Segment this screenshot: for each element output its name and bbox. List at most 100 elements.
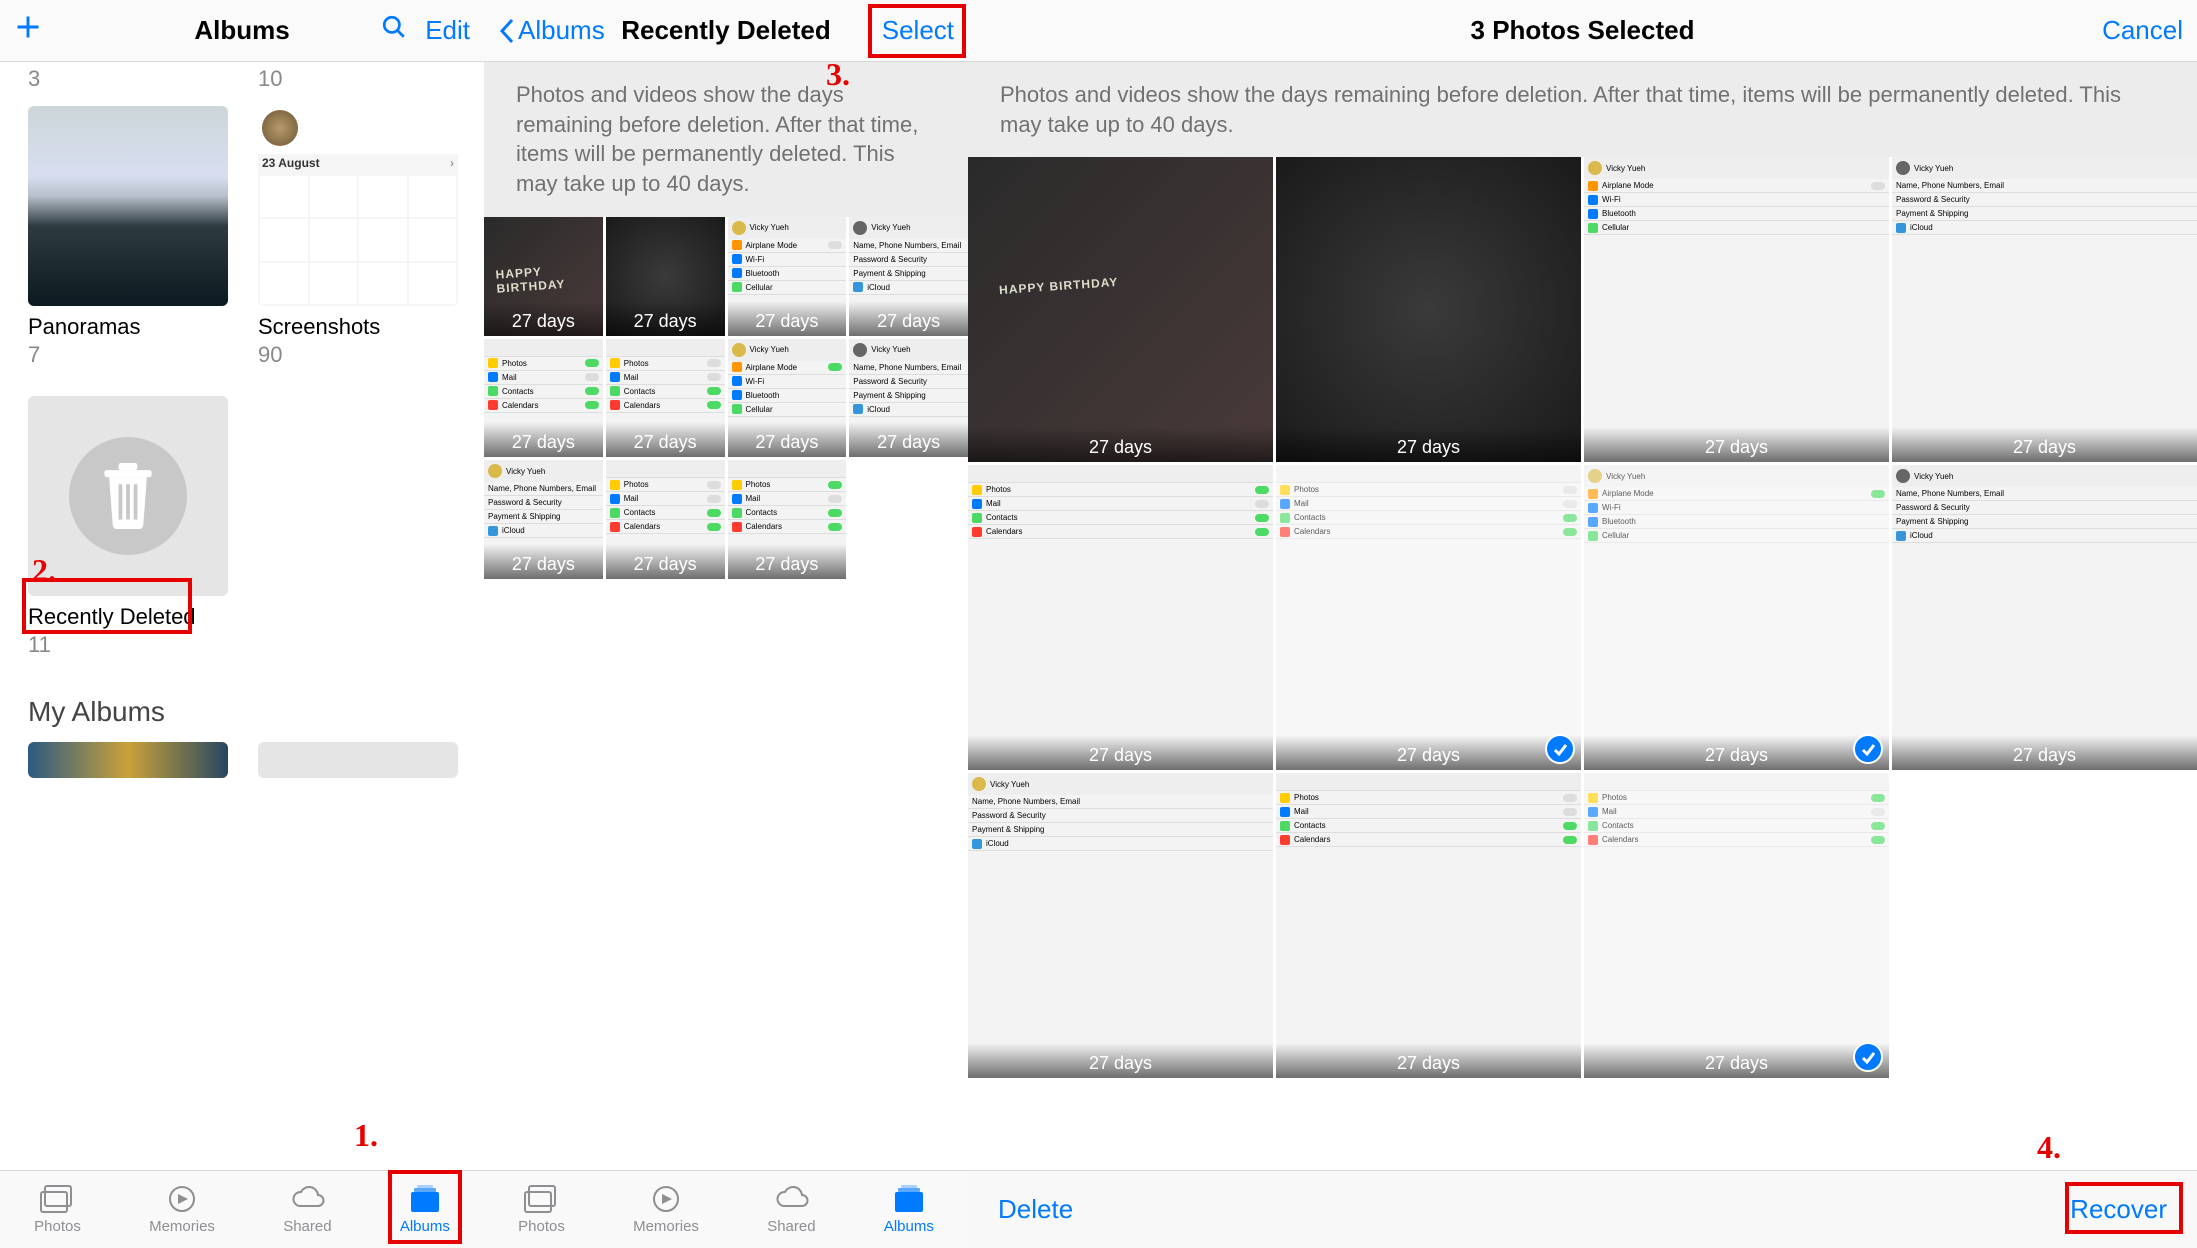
tab-photos[interactable]: Photos — [518, 1184, 565, 1235]
photo-thumbnail[interactable]: Vicky Yueh Airplane Mode Wi-Fi Bluetooth… — [728, 217, 847, 336]
days-remaining: 27 days — [1276, 427, 1581, 462]
tab-albums[interactable]: Albums — [400, 1184, 450, 1235]
days-remaining: 27 days — [1584, 735, 1889, 770]
navbar: 3 Photos Selected Cancel — [968, 0, 2197, 62]
days-remaining: 27 days — [1584, 427, 1889, 462]
photo-thumbnail[interactable]: Photos Mail Contacts Calendars 27 days — [728, 460, 847, 579]
albums-list: 3 10 Panoramas 7 23 August› S — [0, 62, 484, 1170]
album-name: Recently Deleted — [28, 604, 228, 630]
photo-thumbnail[interactable]: Photos Mail Contacts Calendars 27 days — [606, 460, 725, 579]
page-title: Albums — [124, 15, 360, 46]
deleted-photos-grid: 27 days 27 days Vicky Yueh Airplane Mode… — [968, 157, 2197, 1078]
album-name: Screenshots — [258, 314, 458, 340]
days-remaining: 27 days — [606, 301, 725, 336]
photo-thumbnail-selected[interactable]: Photos Mail Contacts Calendars 27 days — [1276, 465, 1581, 770]
days-remaining: 27 days — [1892, 427, 2197, 462]
tab-albums[interactable]: Albums — [884, 1184, 934, 1235]
photo-thumbnail[interactable]: Vicky Yueh Name, Phone Numbers, Email Pa… — [484, 460, 603, 579]
photo-thumbnail[interactable]: 27 days — [1276, 157, 1581, 462]
cloud-icon — [289, 1184, 325, 1214]
trash-icon — [99, 463, 157, 529]
album-screenshots[interactable]: 23 August› Screenshots 90 — [258, 106, 458, 368]
tab-bar: Photos Memories Shared Albums — [0, 1170, 484, 1248]
photo-thumbnail[interactable]: Vicky Yueh Airplane Mode Wi-Fi Bluetooth… — [1584, 157, 1889, 462]
days-remaining: 27 days — [728, 301, 847, 336]
info-text: Photos and videos show the days remainin… — [484, 62, 968, 217]
days-remaining: 27 days — [849, 301, 968, 336]
album-panoramas[interactable]: Panoramas 7 — [28, 106, 228, 368]
days-remaining: 27 days — [484, 544, 603, 579]
days-remaining: 27 days — [1584, 1043, 1889, 1078]
photo-thumbnail-selected[interactable]: Vicky Yueh Airplane Mode Wi-Fi Bluetooth… — [1584, 465, 1889, 770]
cancel-button[interactable]: Cancel — [2102, 15, 2183, 46]
days-remaining: 27 days — [606, 544, 725, 579]
search-icon — [381, 14, 407, 40]
album-recently-deleted[interactable]: Recently Deleted 11 — [28, 396, 228, 658]
days-remaining: 27 days — [849, 422, 968, 457]
photo-thumbnail[interactable]: Vicky Yueh Name, Phone Numbers, Email Pa… — [1892, 157, 2197, 462]
info-text: Photos and videos show the days remainin… — [968, 62, 2197, 157]
album-name: Panoramas — [28, 314, 228, 340]
days-remaining: 27 days — [1892, 735, 2197, 770]
photo-thumbnail-selected[interactable]: Photos Mail Contacts Calendars 27 days — [1584, 773, 1889, 1078]
add-button[interactable] — [14, 13, 42, 48]
select-button[interactable]: Select — [882, 15, 954, 46]
back-button[interactable]: Albums — [498, 15, 605, 46]
album-user[interactable] — [28, 742, 228, 778]
page-title: Recently Deleted — [608, 15, 844, 46]
photo-thumbnail[interactable]: Vicky Yueh Name, Phone Numbers, Email Pa… — [849, 339, 968, 458]
album-count: 3 — [28, 66, 228, 92]
recover-button[interactable]: Recover — [2070, 1194, 2167, 1225]
album-count: 90 — [258, 342, 458, 368]
memories-icon — [164, 1184, 200, 1214]
delete-button[interactable]: Delete — [998, 1194, 1073, 1225]
section-header-my-albums: My Albums — [28, 696, 456, 728]
photo-thumbnail[interactable]: Vicky Yueh Name, Phone Numbers, Email Pa… — [849, 217, 968, 336]
album-thumbnail — [28, 106, 228, 306]
days-remaining: 27 days — [728, 544, 847, 579]
album-thumbnail — [28, 742, 228, 778]
screen-albums: Albums Edit 3 10 Panoramas 7 23 August› — [0, 0, 484, 1248]
photo-thumbnail[interactable]: Vicky Yueh Name, Phone Numbers, Email Pa… — [968, 773, 1273, 1078]
album-thumbnail — [258, 742, 458, 778]
albums-icon — [891, 1184, 927, 1214]
tab-bar: Photos Memories Shared Albums — [484, 1170, 968, 1248]
search-button[interactable] — [381, 14, 407, 47]
days-remaining: 27 days — [484, 422, 603, 457]
bottom-toolbar: Delete Recover — [968, 1170, 2197, 1248]
photo-thumbnail[interactable]: 27 days — [606, 217, 725, 336]
days-remaining: 27 days — [484, 301, 603, 336]
album-thumbnail — [28, 396, 228, 596]
tab-memories[interactable]: Memories — [149, 1184, 215, 1235]
edit-button[interactable]: Edit — [425, 15, 470, 46]
tab-shared[interactable]: Shared — [283, 1184, 331, 1235]
tab-photos[interactable]: Photos — [34, 1184, 81, 1235]
navbar: Albums Recently Deleted Select — [484, 0, 968, 62]
album-count: 11 — [28, 632, 228, 658]
top-counts: 3 10 — [28, 62, 456, 102]
photo-thumbnail[interactable]: 27 days — [484, 217, 603, 336]
photo-thumbnail[interactable]: Photos Mail Contacts Calendars 27 days — [1276, 773, 1581, 1078]
photo-thumbnail[interactable]: 27 days — [968, 157, 1273, 462]
photo-thumbnail[interactable]: Photos Mail Contacts Calendars 27 days — [606, 339, 725, 458]
days-remaining: 27 days — [728, 422, 847, 457]
photo-thumbnail[interactable]: Photos Mail Contacts Calendars 27 days — [968, 465, 1273, 770]
photo-thumbnail[interactable]: Vicky Yueh Airplane Mode Wi-Fi Bluetooth… — [728, 339, 847, 458]
cloud-icon — [773, 1184, 809, 1214]
page-title: 3 Photos Selected — [1092, 15, 2073, 46]
screen-recently-deleted: Albums Recently Deleted Select Photos an… — [484, 0, 968, 1248]
plus-icon — [14, 13, 42, 41]
tab-shared[interactable]: Shared — [767, 1184, 815, 1235]
deleted-photos-grid: 27 days 27 days Vicky Yueh Airplane Mode… — [484, 217, 968, 579]
navbar: Albums Edit — [0, 0, 484, 62]
screen-selected: 3 Photos Selected Cancel Photos and vide… — [968, 0, 2197, 1248]
album-thumbnail: 23 August› — [258, 106, 458, 306]
photo-thumbnail[interactable]: Vicky Yueh Name, Phone Numbers, Email Pa… — [1892, 465, 2197, 770]
album-user[interactable] — [258, 742, 458, 778]
photo-thumbnail[interactable]: Photos Mail Contacts Calendars 27 days — [484, 339, 603, 458]
tab-memories[interactable]: Memories — [633, 1184, 699, 1235]
chevron-left-icon — [498, 17, 516, 45]
days-remaining: 27 days — [968, 427, 1273, 462]
memories-icon — [648, 1184, 684, 1214]
album-count: 7 — [28, 342, 228, 368]
